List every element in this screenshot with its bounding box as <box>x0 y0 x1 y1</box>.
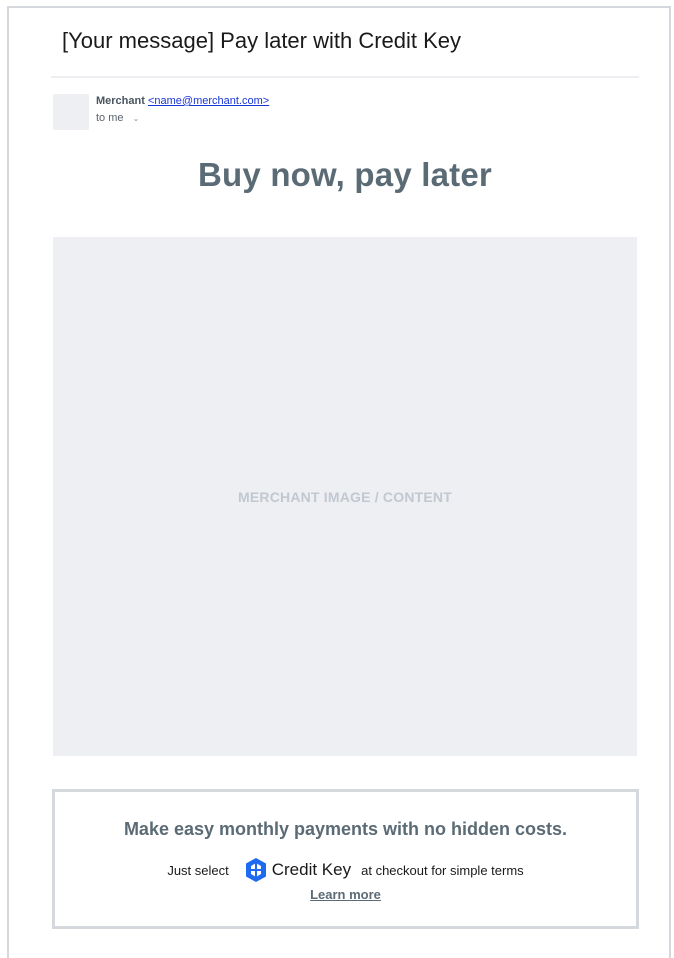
credit-key-wordmark: Credit Key <box>271 860 352 879</box>
merchant-image-placeholder: MERCHANT IMAGE / CONTENT <box>53 237 637 756</box>
sender-email-link[interactable]: <name@merchant.com> <box>148 95 269 107</box>
promo-pre-text: Just select <box>167 862 229 878</box>
credit-key-logo-icon <box>245 858 266 882</box>
sender-line: Merchant <name@merchant.com> <box>96 95 269 107</box>
chevron-down-icon[interactable]: ⌄ <box>133 114 140 123</box>
email-headline: Buy now, pay later <box>198 156 492 193</box>
promo-title: Make easy monthly payments with no hidde… <box>123 819 568 839</box>
promo-post-text: at checkout for simple terms <box>361 862 524 878</box>
sender-avatar <box>53 94 89 130</box>
learn-more-link[interactable]: Learn more <box>310 887 381 902</box>
learn-more-link-row: Learn more <box>55 887 636 902</box>
recipient-label: to me <box>96 112 124 124</box>
sender-name: Merchant <box>96 95 145 107</box>
email-subject: [Your message] Pay later with Credit Key <box>62 28 462 53</box>
recipient-details-toggle[interactable]: to me ⌄ <box>96 112 139 124</box>
credit-key-logo[interactable]: Credit Key <box>245 858 351 882</box>
credit-key-promo-box: Make easy monthly payments with no hidde… <box>52 789 639 929</box>
merchant-placeholder-label: MERCHANT IMAGE / CONTENT <box>237 488 452 505</box>
subject-divider <box>51 76 639 78</box>
promo-line: Just select Credit Key at checkout for s… <box>55 858 636 882</box>
